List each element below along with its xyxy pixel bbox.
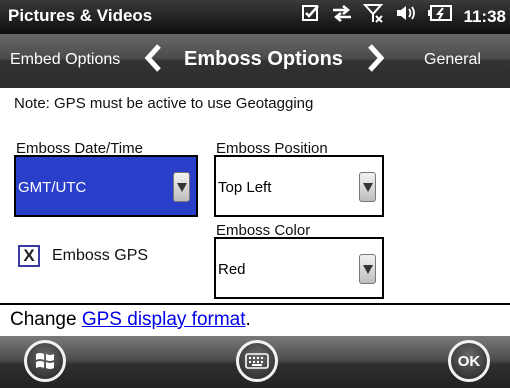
dropdown-arrow-icon[interactable] xyxy=(173,172,190,202)
tab-general[interactable]: General xyxy=(424,51,481,69)
emboss-color-select[interactable]: Red xyxy=(214,237,384,299)
windows-start-button[interactable] xyxy=(24,340,66,382)
signal-off-icon[interactable] xyxy=(363,2,385,32)
keyboard-button[interactable] xyxy=(236,340,278,382)
next-tab-arrow-icon[interactable] xyxy=(365,43,385,81)
previous-tab-arrow-icon[interactable] xyxy=(144,43,164,81)
footer-divider xyxy=(0,303,510,305)
keyboard-icon xyxy=(245,353,269,369)
softkey-bar: OK xyxy=(0,336,510,388)
checkbox-x-mark: X xyxy=(23,246,35,265)
options-tab-bar: Embed Options Emboss Options General xyxy=(0,34,510,88)
dropdown-arrow-icon[interactable] xyxy=(359,254,376,284)
footer-suffix: . xyxy=(245,309,251,330)
clock[interactable]: 11:38 xyxy=(463,4,506,30)
ok-label: OK xyxy=(457,352,481,370)
sync-arrows-icon[interactable] xyxy=(331,3,353,31)
app-title: Pictures & Videos xyxy=(8,6,153,25)
emboss-gps-label[interactable]: Emboss GPS xyxy=(52,247,148,265)
emboss-datetime-select[interactable]: GMT/UTC xyxy=(14,155,198,217)
gps-note: Note: GPS must be active to use Geotaggi… xyxy=(14,95,314,112)
emboss-position-select[interactable]: Top Left xyxy=(214,155,384,217)
tab-embed-options[interactable]: Embed Options xyxy=(10,51,120,69)
volume-icon[interactable] xyxy=(395,3,417,31)
emboss-gps-checkbox[interactable]: X xyxy=(18,245,40,267)
footer-prefix: Change xyxy=(10,309,82,330)
battery-charging-icon[interactable] xyxy=(427,4,453,30)
title-bar: Pictures & Videos 11:38 xyxy=(0,0,510,34)
windows-logo-icon xyxy=(36,353,54,369)
status-icons: 11:38 xyxy=(301,4,506,30)
dropdown-arrow-icon[interactable] xyxy=(359,172,376,202)
ok-button[interactable]: OK xyxy=(448,340,490,382)
gps-display-format-link[interactable]: GPS display format xyxy=(82,309,246,330)
emboss-color-value: Red xyxy=(218,261,246,278)
emboss-datetime-value: GMT/UTC xyxy=(18,179,87,196)
footer-text: Change GPS display format. xyxy=(10,309,251,331)
notification-checkbox-icon[interactable] xyxy=(301,3,321,31)
tab-emboss-options: Emboss Options xyxy=(184,48,343,70)
emboss-position-value: Top Left xyxy=(218,179,272,196)
